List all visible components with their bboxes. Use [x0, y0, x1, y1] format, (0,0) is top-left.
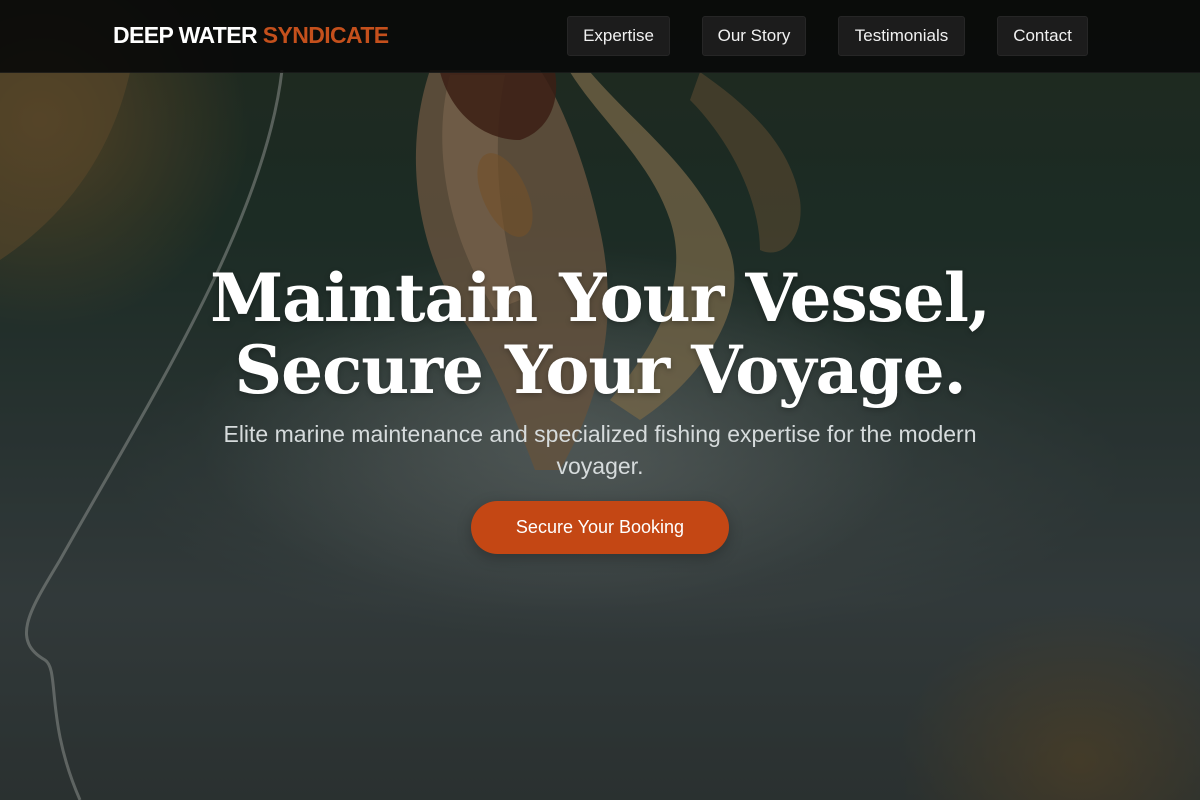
top-navbar: DEEP WATER SYNDICATE Expertise Our Story…	[0, 0, 1200, 73]
nav-item-our-story[interactable]: Our Story	[702, 16, 806, 56]
nav-item-testimonials[interactable]: Testimonials	[838, 16, 965, 56]
brand-name-accent: SYNDICATE	[262, 22, 389, 48]
hero-title-line-2: Secure Your Voyage.	[234, 331, 966, 409]
nav-item-contact[interactable]: Contact	[997, 16, 1088, 56]
hero-title: Maintain Your Vessel, Secure Your Voyage…	[100, 262, 1100, 406]
secure-booking-button[interactable]: Secure Your Booking	[471, 501, 729, 554]
hero-subtitle: Elite marine maintenance and specialized…	[223, 421, 977, 479]
landing-page: DEEP WATER SYNDICATE Expertise Our Story…	[0, 0, 1200, 800]
hero-section: Maintain Your Vessel, Secure Your Voyage…	[0, 0, 1200, 800]
hero-title-line-1: Maintain Your Vessel,	[210, 259, 991, 337]
brand-name-primary: DEEP WATER	[113, 22, 258, 48]
brand-logo[interactable]: DEEP WATER SYNDICATE	[113, 22, 389, 49]
nav-item-expertise[interactable]: Expertise	[567, 16, 670, 56]
